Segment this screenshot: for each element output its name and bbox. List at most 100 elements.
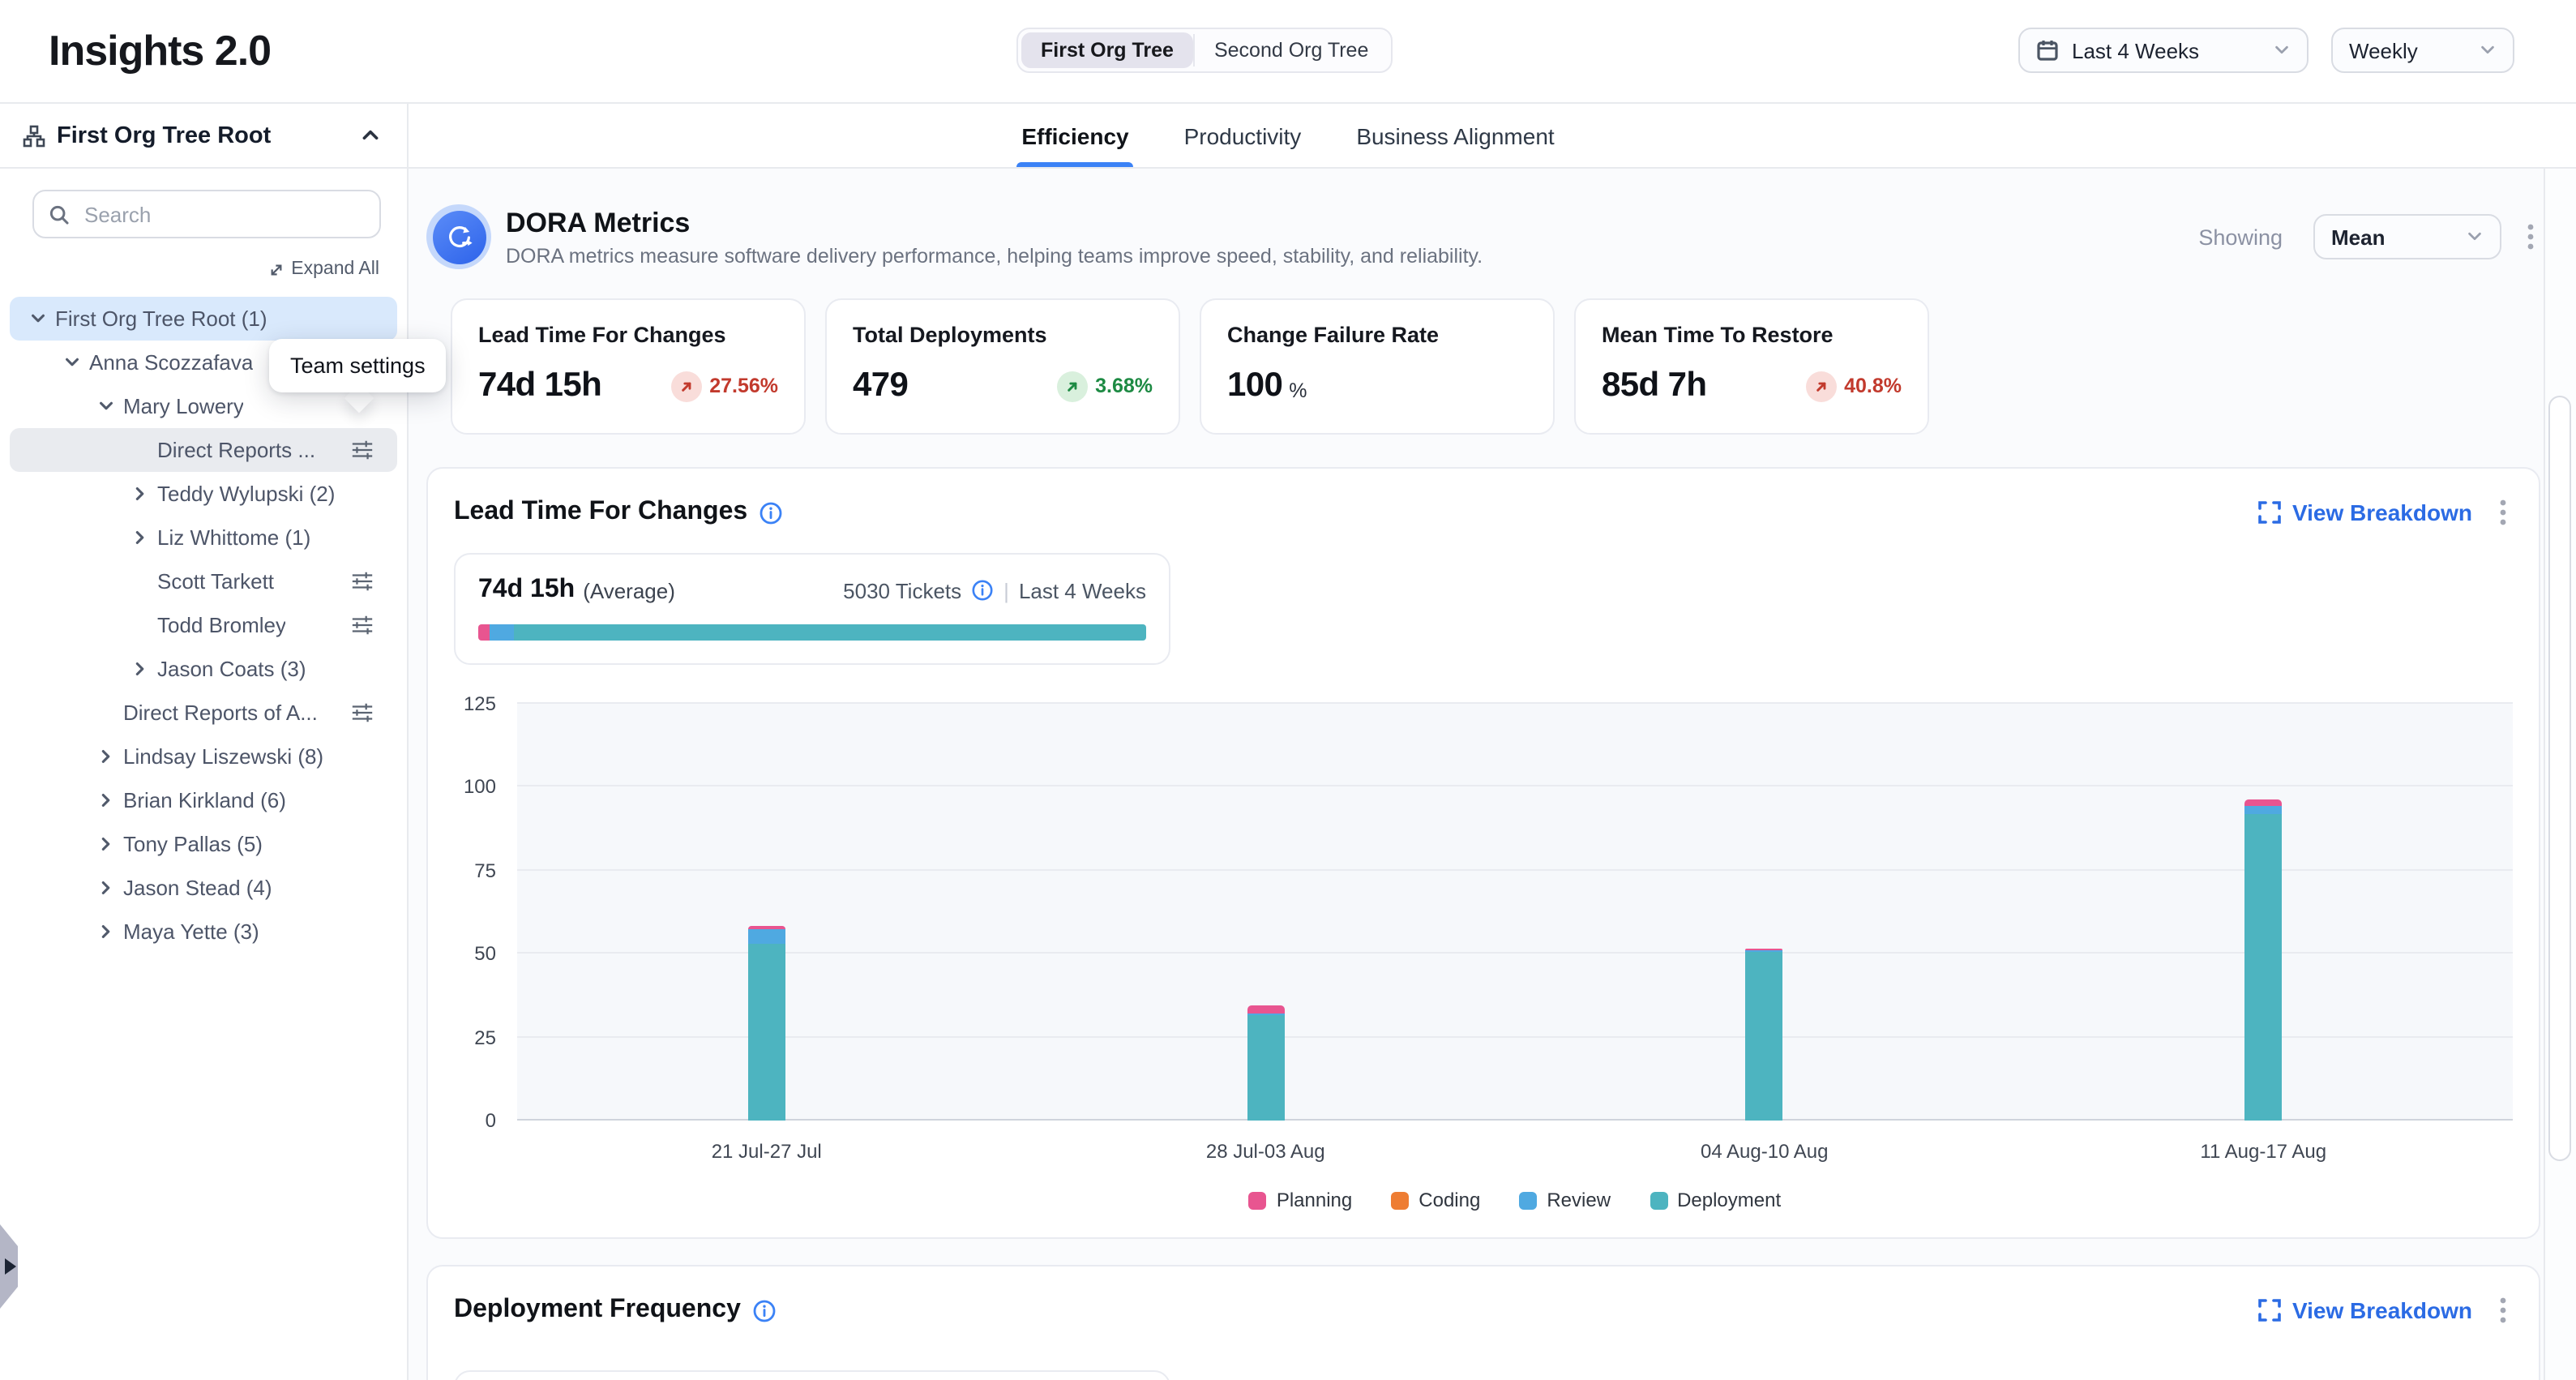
team-settings-icon[interactable]: [350, 569, 374, 594]
metric-card-total-deployments: Total Deployments4793.68%: [825, 298, 1180, 435]
org-toggle-second-org-tree[interactable]: Second Org Tree: [1195, 32, 1388, 68]
chevron-right-icon[interactable]: [96, 923, 115, 941]
bar-slot-21-jul-27-jul: [517, 704, 1016, 1121]
metric-card-value-row: 74d 15h27.56%: [478, 366, 778, 405]
stacked-bar[interactable]: [1247, 704, 1284, 1121]
lead-time-menu-button[interactable]: [2493, 496, 2513, 529]
granularity-select[interactable]: Weekly: [2331, 28, 2514, 73]
tree-item-todd-bromley[interactable]: Todd Bromley: [10, 603, 397, 647]
bar-segment-planning: [1247, 1005, 1284, 1014]
trend-arrow-icon: [670, 371, 701, 401]
team-settings-icon[interactable]: [350, 438, 374, 462]
metric-card-value-row: 4793.68%: [853, 366, 1153, 405]
tab-productivity[interactable]: Productivity: [1179, 104, 1307, 167]
stacked-bar[interactable]: [1746, 704, 1783, 1121]
expand-all-button[interactable]: Expand All: [0, 259, 379, 279]
chart-legend: PlanningCodingReviewDeployment: [517, 1189, 2513, 1211]
legend-label: Review: [1547, 1189, 1611, 1211]
tree-item-label: Scott Tarkett: [157, 569, 274, 594]
metric-card-lead-time-for-changes: Lead Time For Changes 74d 15h27.56%: [451, 298, 806, 435]
legend-swatch: [1391, 1191, 1409, 1209]
bar-segment-review: [2244, 805, 2282, 813]
trend-value: 3.68%: [1095, 375, 1153, 397]
tree-item-lindsay-liszewski-8[interactable]: Lindsay Liszewski (8): [10, 735, 397, 778]
deployment-summary: [454, 1370, 1170, 1380]
metric-card-title: Lead Time For Changes: [478, 323, 778, 347]
view-breakdown-link[interactable]: View Breakdown: [2258, 499, 2472, 525]
tab-efficiency[interactable]: Efficiency: [1016, 104, 1133, 167]
aggregation-select[interactable]: Mean: [2313, 214, 2501, 259]
info-icon[interactable]: [752, 1298, 777, 1322]
legend-item-coding: Coding: [1391, 1189, 1480, 1211]
tab-bar: Efficiency Productivity Business Alignment: [409, 104, 2576, 169]
tree-item-teddy-wylupski-2[interactable]: Teddy Wylupski (2): [10, 472, 397, 516]
tab-label: Business Alignment: [1356, 122, 1554, 148]
lead-time-actions: View Breakdown: [2258, 496, 2513, 529]
legend-item-review: Review: [1519, 1189, 1611, 1211]
distribution-segment-deployment: [514, 624, 1146, 641]
chevron-down-icon: [2466, 225, 2484, 249]
chevron-right-icon[interactable]: [96, 835, 115, 853]
y-axis: 0255075100125: [454, 704, 517, 1121]
metric-card-value: 100: [1227, 366, 1282, 405]
lead-time-card: Lead Time For Changes View Breakdown: [426, 467, 2540, 1239]
tree-item-label: Teddy Wylupski (2): [157, 482, 335, 506]
chevron-right-icon[interactable]: [130, 485, 149, 503]
scrollbar-thumb[interactable]: [2548, 396, 2571, 1161]
chevron-right-icon[interactable]: [130, 660, 149, 678]
granularity-value: Weekly: [2349, 38, 2418, 62]
stacked-bar[interactable]: [748, 704, 785, 1121]
info-icon[interactable]: [759, 500, 783, 525]
legend-label: Coding: [1419, 1189, 1480, 1211]
deployment-actions: View Breakdown: [2258, 1294, 2513, 1326]
top-header: Insights 2.0 First Org TreeSecond Org Tr…: [0, 0, 2576, 104]
bar-slot-11-aug-17-aug: [2014, 704, 2514, 1121]
team-settings-icon[interactable]: [350, 701, 374, 725]
tree-item-direct-reports[interactable]: Direct Reports ...: [10, 428, 397, 472]
chevron-down-icon[interactable]: [62, 354, 81, 371]
tree-item-label: Lindsay Liszewski (8): [123, 744, 323, 769]
tree-item-brian-kirkland-6[interactable]: Brian Kirkland (6): [10, 778, 397, 822]
sidebar-header: First Org Tree Root: [0, 104, 409, 169]
dora-menu-button[interactable]: [2521, 221, 2540, 253]
tree-item-maya-yette-3[interactable]: Maya Yette (3): [10, 910, 397, 954]
tree-item-label: Brian Kirkland (6): [123, 788, 286, 812]
info-icon[interactable]: [971, 579, 994, 602]
search-box[interactable]: [32, 190, 381, 238]
stacked-bar[interactable]: [2244, 704, 2282, 1121]
view-breakdown-label: View Breakdown: [2292, 499, 2472, 525]
chevron-down-icon[interactable]: [28, 310, 47, 328]
sidebar-collapse-button[interactable]: [357, 122, 384, 149]
chevron-right-icon[interactable]: [96, 879, 115, 897]
tree-item-liz-whittome-1[interactable]: Liz Whittome (1): [10, 516, 397, 559]
tree-item-label: Direct Reports of A...: [123, 701, 318, 725]
aggregation-value: Mean: [2331, 225, 2385, 249]
y-tick-label: 0: [486, 1109, 496, 1132]
legend-label: Deployment: [1677, 1189, 1781, 1211]
view-breakdown-link[interactable]: View Breakdown: [2258, 1297, 2472, 1323]
tree-item-direct-reports-of-a[interactable]: Direct Reports of A...: [10, 691, 397, 735]
metric-cards-row: Lead Time For Changes 74d 15h27.56% Total …: [451, 298, 2540, 435]
tree-item-first-org-tree-root-1[interactable]: First Org Tree Root (1): [10, 297, 397, 341]
trend-arrow-icon: [1805, 371, 1836, 401]
chevron-right-icon[interactable]: [96, 791, 115, 809]
tab-underline: [1016, 162, 1133, 167]
chevron-right-icon[interactable]: [96, 748, 115, 765]
date-range-select[interactable]: Last 4 Weeks: [2018, 28, 2309, 73]
chevron-down-icon: [2479, 38, 2497, 62]
org-toggle-first-org-tree[interactable]: First Org Tree: [1021, 32, 1193, 68]
tree-item-jason-coats-3[interactable]: Jason Coats (3): [10, 647, 397, 691]
tree-item-tony-pallas-5[interactable]: Tony Pallas (5): [10, 822, 397, 866]
tree-item-jason-stead-4[interactable]: Jason Stead (4): [10, 866, 397, 910]
chevron-down-icon[interactable]: [96, 397, 115, 415]
tab-business-alignment[interactable]: Business Alignment: [1351, 104, 1559, 167]
team-settings-icon[interactable]: [350, 613, 374, 637]
metric-card-title: Mean Time To Restore: [1602, 323, 1902, 347]
search-input[interactable]: [81, 200, 365, 228]
tree-item-scott-tarkett[interactable]: Scott Tarkett: [10, 559, 397, 603]
metric-card-title: Change Failure Rate: [1227, 323, 1527, 347]
deployment-menu-button[interactable]: [2493, 1294, 2513, 1326]
x-tick-label: 28 Jul-03 Aug: [1016, 1140, 1516, 1163]
metric-card-unit: %: [1289, 379, 1307, 401]
chevron-right-icon[interactable]: [130, 529, 149, 546]
